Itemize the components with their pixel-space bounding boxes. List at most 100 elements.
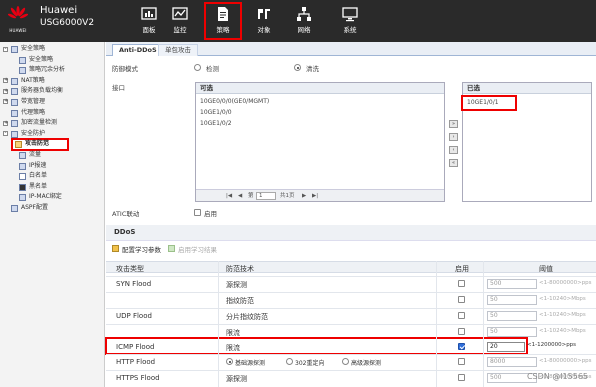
watermark: CSDN @l15565 [526, 372, 588, 381]
sidebar-item-nat[interactable]: + NAT策略 [0, 76, 104, 87]
defense-tech: 分片指纹防范 [226, 313, 268, 321]
nav-system[interactable]: 系统 [332, 3, 368, 39]
sidebar-item-security-policy-sub[interactable]: 安全策略 [0, 55, 104, 66]
sidebar-item-attack-defense[interactable]: 攻击防范 [11, 138, 69, 151]
table-row: 指纹防范 50 <1-10240>Mbps [106, 292, 596, 306]
sidebar-item-encrypted-traffic[interactable]: + 加密流量检测 [0, 118, 104, 129]
pager: |◀ ◀ 第 1 共1页 ▶ ▶| [196, 189, 444, 201]
defense-tech: 指纹防范 [226, 297, 254, 305]
sidebar-item-label: 白名单 [29, 172, 48, 180]
nav-label: 网络 [297, 26, 311, 34]
sidebar-item-whitelist[interactable]: 白名单 [0, 171, 104, 182]
enable-checkbox[interactable] [458, 374, 465, 381]
proxy-icon [11, 109, 18, 117]
tech-redirect-radio[interactable] [286, 358, 293, 365]
sidebar-item-slb[interactable]: + 服务器负载均衡 [0, 86, 104, 97]
defense-tech: 源探测 [226, 375, 247, 383]
sidebar-item-label: 流量 [29, 150, 42, 158]
remove-button[interactable]: ‹ [449, 146, 458, 154]
expand-icon[interactable]: + [3, 88, 8, 94]
sidebar-item-security-policy[interactable]: - 安全策略 [0, 44, 104, 55]
nav-network[interactable]: 网络 [286, 3, 322, 39]
expand-icon[interactable]: + [3, 78, 8, 84]
defense-mode-label: 防御模式 [112, 65, 138, 73]
list-item[interactable]: 10GE1/0/0 [200, 109, 232, 116]
sidebar-item-redundancy-analysis[interactable]: 策略冗余分析 [0, 65, 104, 76]
apply-learn-button[interactable]: 启用学习结果 [178, 244, 217, 254]
monitor-icon [172, 7, 188, 20]
tech-basic-radio[interactable] [226, 358, 233, 365]
add-button[interactable]: › [449, 133, 458, 141]
list-item[interactable]: 10GE1/0/2 [200, 120, 232, 127]
tab-single-packet[interactable]: 单包攻击 [158, 44, 198, 56]
prev-page-icon[interactable]: ◀ [238, 190, 242, 202]
sidebar-item-proxy[interactable]: 代理策略 [0, 108, 104, 119]
threshold-input[interactable]: 500 [487, 279, 537, 289]
ddos-table-header: 攻击类型 防范技术 启用 阈值 [106, 261, 596, 273]
sidebar-item-label: 安全策略 [21, 45, 46, 52]
sidebar-item-traffic[interactable]: 流量 [0, 150, 104, 161]
aspf-icon [11, 204, 18, 212]
main-panel: Anti-DDoS 单包攻击 防御模式 检测 清洗 接口 可选 10GE0/0/… [105, 42, 596, 387]
sidebar-item-label: 安全防护 [21, 129, 46, 137]
enable-checkbox[interactable] [458, 328, 465, 335]
threshold-range: <1-1200000>pps [527, 342, 577, 348]
mode-detect-radio[interactable] [194, 64, 201, 71]
threshold-input[interactable]: 50 [487, 327, 537, 337]
enable-checkbox[interactable] [458, 358, 465, 365]
huawei-logo-icon [8, 6, 28, 19]
enable-checkbox[interactable] [458, 280, 465, 287]
interface-label: 接口 [112, 84, 125, 92]
nav-object[interactable]: 对象 [246, 3, 282, 39]
sidebar-item-label: 安全策略 [29, 55, 54, 63]
enable-checkbox[interactable] [458, 343, 465, 350]
selected-interface-item[interactable]: 10GE1/0/1 [461, 95, 517, 111]
first-page-icon[interactable]: |◀ [226, 190, 232, 202]
sidebar-item-ip-rate[interactable]: IP报速 [0, 161, 104, 172]
mode-clean-radio[interactable] [294, 64, 301, 71]
attack-type: HTTP Flood [116, 358, 156, 366]
col-attack-type: 攻击类型 [116, 265, 144, 273]
threshold-input[interactable]: 8000 [487, 357, 537, 367]
expand-icon[interactable]: + [3, 99, 8, 105]
remove-all-button[interactable]: « [449, 159, 458, 167]
sidebar-item-blacklist[interactable]: 黑名单 [0, 182, 104, 193]
threshold-input[interactable]: 50 [487, 311, 537, 321]
atic-enable-label: 启用 [204, 210, 217, 218]
policy-icon [218, 7, 228, 21]
add-all-button[interactable]: » [449, 120, 458, 128]
enable-checkbox[interactable] [458, 312, 465, 319]
defense-tech: 限流 [226, 329, 240, 337]
sidebar-item-security-protection[interactable]: - 安全防护 [0, 129, 104, 140]
last-page-icon[interactable]: ▶| [312, 190, 318, 202]
sidebar: - 安全策略 安全策略 策略冗余分析 + NAT策略 + 服务器负载均衡 + 带宽管理 … [0, 42, 105, 387]
shield-icon [15, 141, 22, 149]
page-total: 共1页 [280, 193, 295, 199]
list-item[interactable]: 10GE0/0/0(GE0/MGMT) [200, 98, 269, 105]
threshold-input[interactable]: 50 [487, 295, 537, 305]
sidebar-item-ip-mac-binding[interactable]: IP-MAC绑定 [0, 192, 104, 203]
collapse-icon[interactable]: - [3, 131, 8, 137]
tech-option-label: 302重定向 [295, 360, 325, 367]
nav-monitor[interactable]: 监控 [162, 3, 198, 39]
col-threshold: 阈值 [539, 265, 553, 273]
collapse-icon[interactable]: - [3, 46, 8, 52]
nav-policy[interactable]: 策略 [204, 2, 242, 40]
next-page-icon[interactable]: ▶ [302, 190, 306, 202]
sidebar-item-bandwidth[interactable]: + 带宽管理 [0, 97, 104, 108]
defense-tech: 源探测 [226, 281, 247, 289]
atic-enable-checkbox[interactable] [194, 209, 201, 216]
nav-label: 系统 [343, 26, 357, 34]
tech-advanced-radio[interactable] [342, 358, 349, 365]
tab-anti-ddos[interactable]: Anti-DDoS [112, 44, 164, 56]
policy-icon [19, 56, 26, 64]
enable-checkbox[interactable] [458, 296, 465, 303]
expand-icon[interactable]: + [3, 120, 8, 126]
brand: Huawei USG6000V2 [40, 5, 94, 29]
page-number-input[interactable]: 1 [256, 192, 276, 200]
folder-icon [11, 88, 18, 96]
sidebar-item-aspf[interactable]: ASPF配置 [0, 203, 104, 214]
column-divider [436, 261, 437, 387]
config-learn-button[interactable]: 配置学习参数 [122, 244, 161, 254]
threshold-input[interactable]: 20 [487, 342, 525, 352]
